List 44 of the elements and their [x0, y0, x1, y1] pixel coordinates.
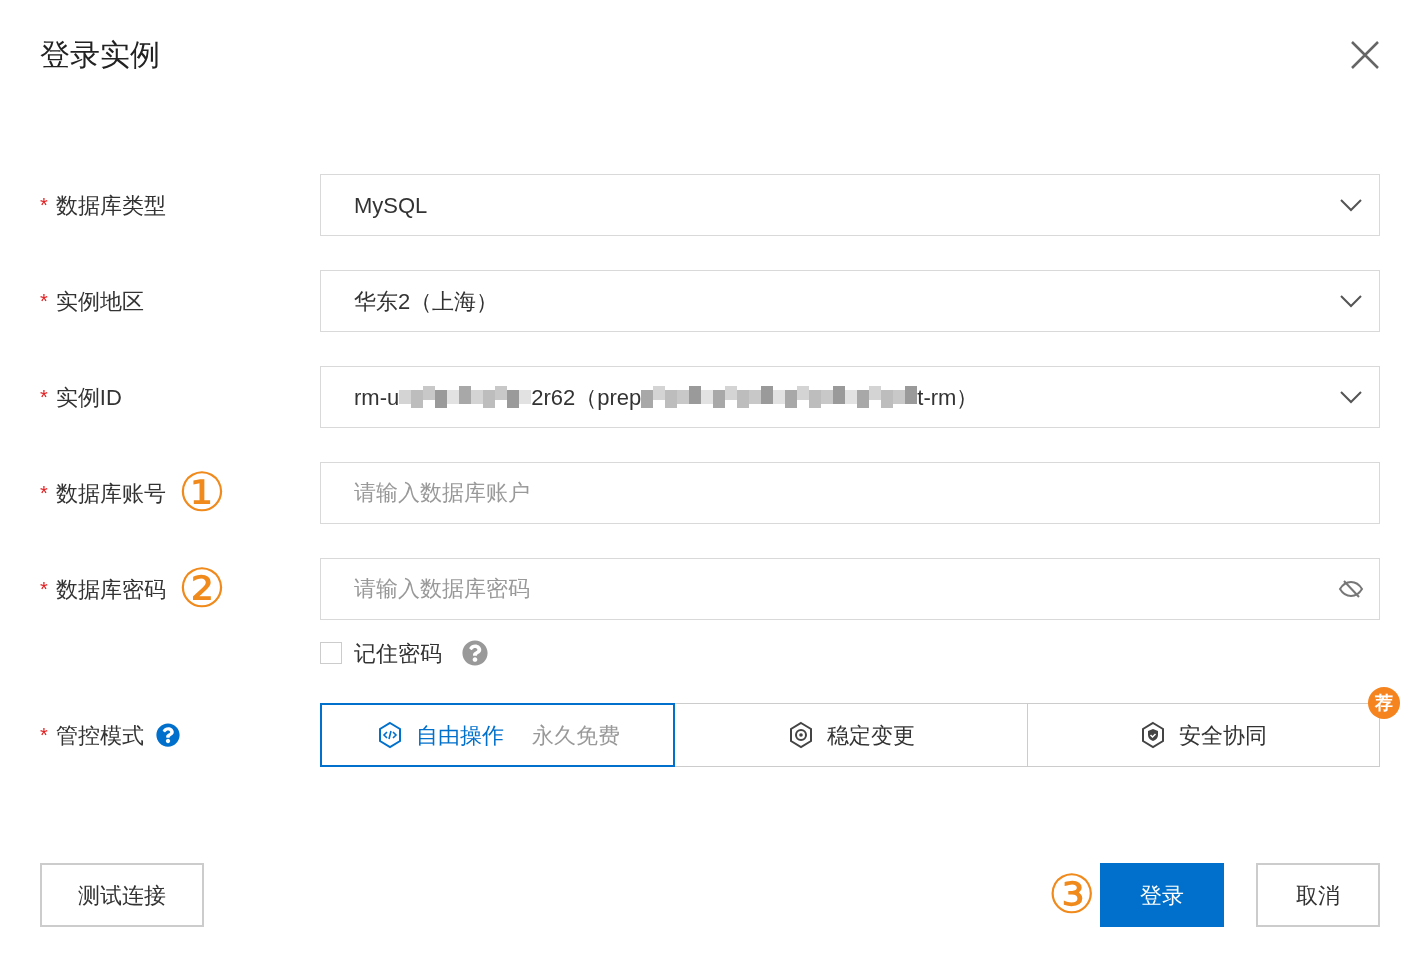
step-number: ② — [177, 562, 227, 616]
field-value: 2r62（prep — [531, 383, 642, 412]
required-mark: * — [40, 289, 48, 314]
chevron-down-icon — [1339, 198, 1363, 212]
step-number: ③ — [1047, 868, 1096, 922]
option-label: 稳定变更 — [827, 721, 915, 750]
field-value: t-rm） — [917, 383, 979, 412]
chevron-down-icon — [1339, 294, 1363, 308]
select-field[interactable]: rm-u 2r62（prep t-rm） — [320, 366, 1380, 428]
help-icon[interactable] — [462, 640, 488, 666]
required-mark: * — [40, 723, 48, 748]
checkbox-label: 记住密码 — [354, 639, 442, 668]
field-label: 实例地区 — [55, 287, 144, 316]
input-field[interactable]: 请输入数据库账户 — [320, 462, 1380, 524]
required-mark: * — [40, 577, 48, 602]
field-label: 数据库类型 — [55, 191, 166, 220]
option-note: 永久免费 — [531, 721, 620, 750]
password-field[interactable]: 请输入数据库密码 — [320, 558, 1380, 620]
close-icon[interactable] — [1350, 40, 1380, 70]
field-label: 数据库账号 — [55, 479, 166, 508]
help-icon[interactable] — [155, 723, 180, 747]
recommend-badge: 荐 — [1368, 687, 1400, 719]
mode-option[interactable]: 自由操作 永久免费 — [320, 703, 676, 767]
secondary-button[interactable]: 取消 — [1256, 863, 1380, 927]
secondary-button[interactable]: 测试连接 — [40, 863, 204, 927]
select-field[interactable]: MySQL — [320, 174, 1380, 236]
mode-option[interactable]: 稳定变更 — [674, 703, 1028, 767]
gear-icon — [787, 721, 815, 749]
field-label: 数据库密码 — [55, 575, 166, 604]
required-mark: * — [40, 193, 48, 218]
field-value: rm-u — [354, 383, 400, 412]
option-label: 安全协同 — [1179, 721, 1268, 750]
dialog-title: 登录实例 — [40, 37, 160, 73]
field-label: 实例ID — [55, 383, 122, 412]
step-number: ① — [177, 466, 227, 520]
required-mark: * — [40, 481, 48, 506]
select-field[interactable]: 华东2（上海） — [320, 270, 1380, 332]
field-label: 管控模式 — [55, 721, 144, 750]
remember-checkbox[interactable] — [320, 642, 342, 664]
login-button[interactable]: 登录 — [1100, 863, 1224, 927]
chevron-down-icon — [1339, 390, 1363, 404]
option-label: 自由操作 — [415, 721, 504, 750]
required-mark: * — [40, 385, 48, 410]
eye-hidden-icon[interactable] — [1338, 579, 1364, 599]
